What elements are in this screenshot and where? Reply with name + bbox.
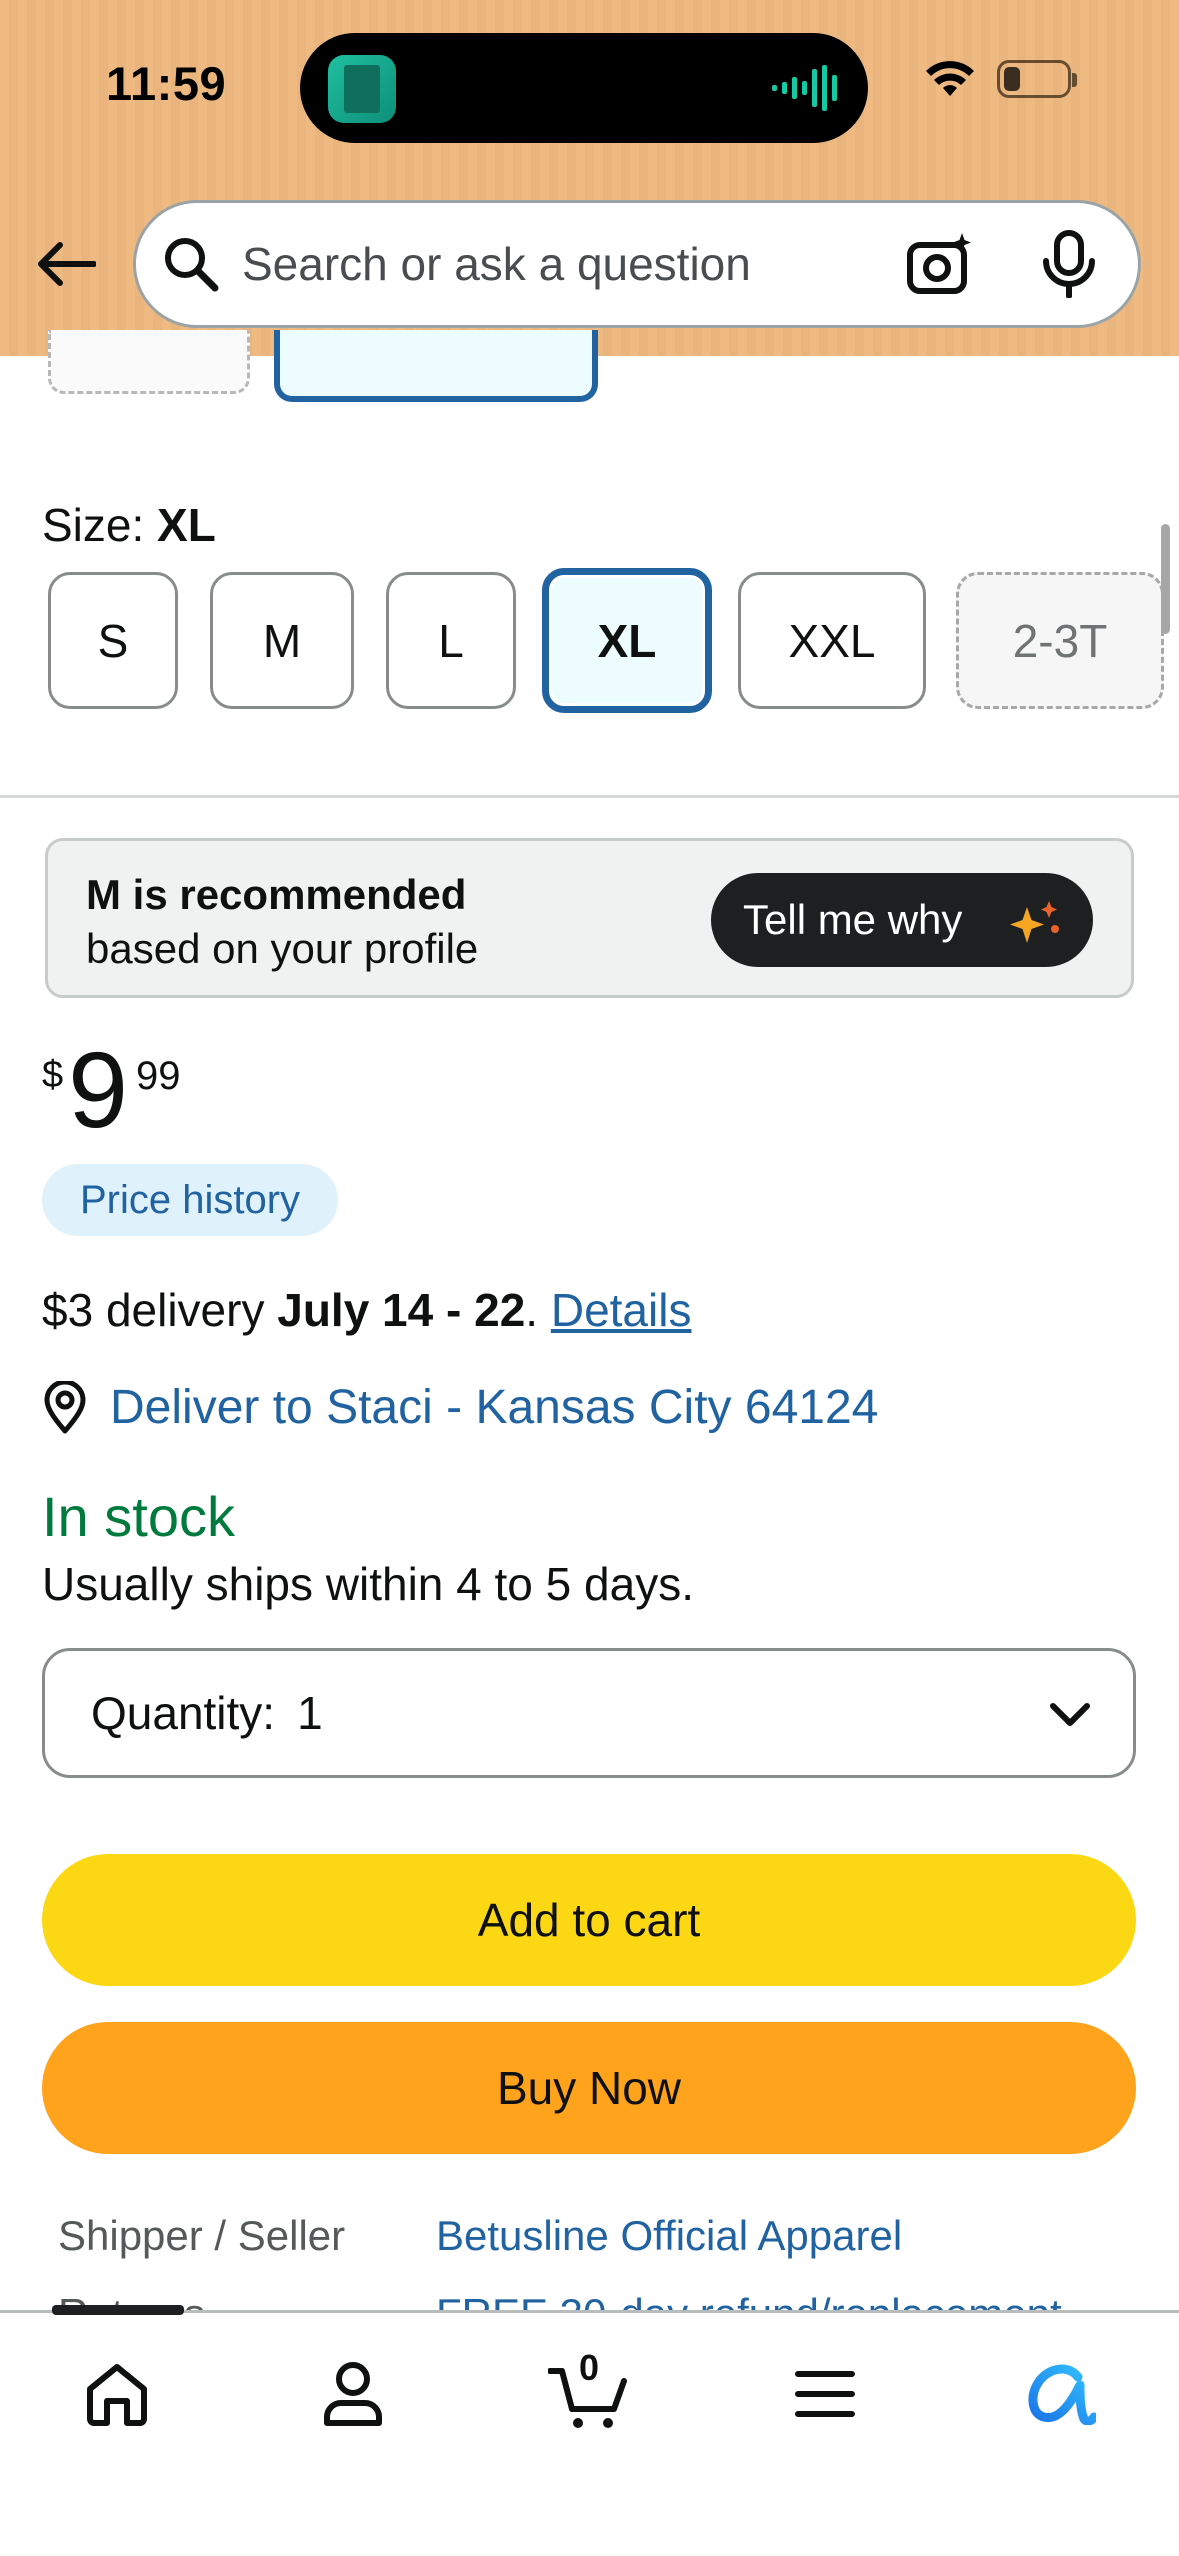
add-to-cart-button[interactable]: Add to cart — [42, 1854, 1136, 1986]
price-currency: $ — [42, 1054, 64, 1096]
returns-value-link[interactable]: FREE 30-day refund/replacement — [436, 2290, 1062, 2312]
buy-now-button[interactable]: Buy Now — [42, 2022, 1136, 2154]
dynamic-island[interactable] — [300, 33, 868, 143]
size-option-m[interactable]: M — [210, 572, 354, 709]
quantity-select[interactable]: Quantity: 1 — [42, 1648, 1136, 1778]
status-time: 11:59 — [106, 57, 227, 110]
home-icon — [87, 2364, 147, 2426]
sparkle-icon — [1010, 901, 1059, 943]
shipper-label: Shipper / Seller — [58, 2212, 346, 2259]
deliver-to-address: Deliver to Staci - Kansas City 64124 — [110, 1381, 879, 1434]
wifi-icon — [926, 61, 974, 96]
back-button[interactable] — [34, 232, 98, 296]
menu-icon — [795, 2371, 855, 2417]
delivery-prefix: $3 delivery — [42, 1284, 278, 1336]
tell-me-why-button[interactable]: Tell me why — [711, 873, 1093, 967]
section-divider — [0, 795, 1179, 798]
size-selected-value: XL — [157, 499, 216, 551]
shipping-estimate: Usually ships within 4 to 5 days. — [42, 1558, 694, 1610]
size-option-xxl[interactable]: XXL — [738, 572, 926, 709]
recommendation-title: M is recommended — [86, 871, 467, 918]
app-header: 11:59 — [0, 0, 1179, 356]
tell-me-why-label: Tell me why — [743, 896, 963, 943]
color-swatch-unavailable[interactable] — [48, 330, 250, 394]
price-fraction: 99 — [136, 1054, 181, 1098]
profile-icon — [324, 2362, 382, 2426]
deliver-to-link[interactable]: Deliver to Staci - Kansas City 64124 — [42, 1380, 878, 1435]
battery-icon — [997, 60, 1077, 98]
size-option-2-3t[interactable]: 2-3T — [956, 572, 1164, 709]
delivery-info: $3 delivery July 14 - 22. Details — [42, 1283, 691, 1337]
delivery-dates: July 14 - 22 — [277, 1284, 526, 1336]
scrollbar-thumb[interactable] — [1161, 524, 1170, 634]
size-option-s[interactable]: S — [48, 572, 178, 709]
size-label: Size: XL — [42, 498, 216, 552]
mic-icon[interactable] — [1034, 229, 1104, 299]
quantity-value: 1 — [297, 1687, 323, 1739]
nav-menu[interactable] — [780, 2349, 870, 2439]
rufus-icon — [1028, 2364, 1096, 2425]
nav-cart[interactable]: 0 — [544, 2347, 634, 2439]
bottom-nav: 0 — [0, 2305, 1179, 2556]
cart-count-badge: 0 — [578, 2347, 600, 2388]
price-whole: 9 — [68, 1029, 129, 1150]
size-label-prefix: Size: — [42, 499, 158, 551]
status-icons — [925, 60, 1077, 98]
location-pin-icon — [44, 1380, 86, 1433]
nav-rufus[interactable] — [1016, 2349, 1106, 2439]
color-swatch-selected[interactable] — [274, 330, 598, 402]
search-input[interactable] — [222, 203, 904, 325]
search-icon — [160, 233, 222, 295]
price-history-button[interactable]: Price history — [42, 1164, 339, 1236]
size-option-l[interactable]: L — [386, 572, 516, 709]
chevron-down-icon — [1050, 1703, 1090, 1726]
search-bar[interactable] — [133, 200, 1141, 328]
quantity-label: Quantity: — [91, 1687, 276, 1739]
camera-icon[interactable] — [904, 229, 974, 299]
active-tab-indicator — [52, 2305, 184, 2315]
audio-wave-icon — [772, 65, 837, 111]
size-option-xl[interactable]: XL — [542, 568, 712, 713]
back-arrow-icon — [38, 242, 96, 286]
delivery-separator: . — [525, 1284, 551, 1336]
nav-home[interactable] — [72, 2349, 162, 2439]
nav-profile[interactable] — [308, 2349, 398, 2439]
delivery-details-link[interactable]: Details — [551, 1284, 692, 1336]
shipper-value-link[interactable]: Betusline Official Apparel — [436, 2212, 902, 2260]
stock-status: In stock — [42, 1485, 235, 1548]
recommendation-subtitle: based on your profile — [86, 925, 479, 972]
now-playing-artwork — [328, 55, 396, 123]
size-recommendation-box: M is recommended based on your profile T… — [45, 838, 1134, 998]
